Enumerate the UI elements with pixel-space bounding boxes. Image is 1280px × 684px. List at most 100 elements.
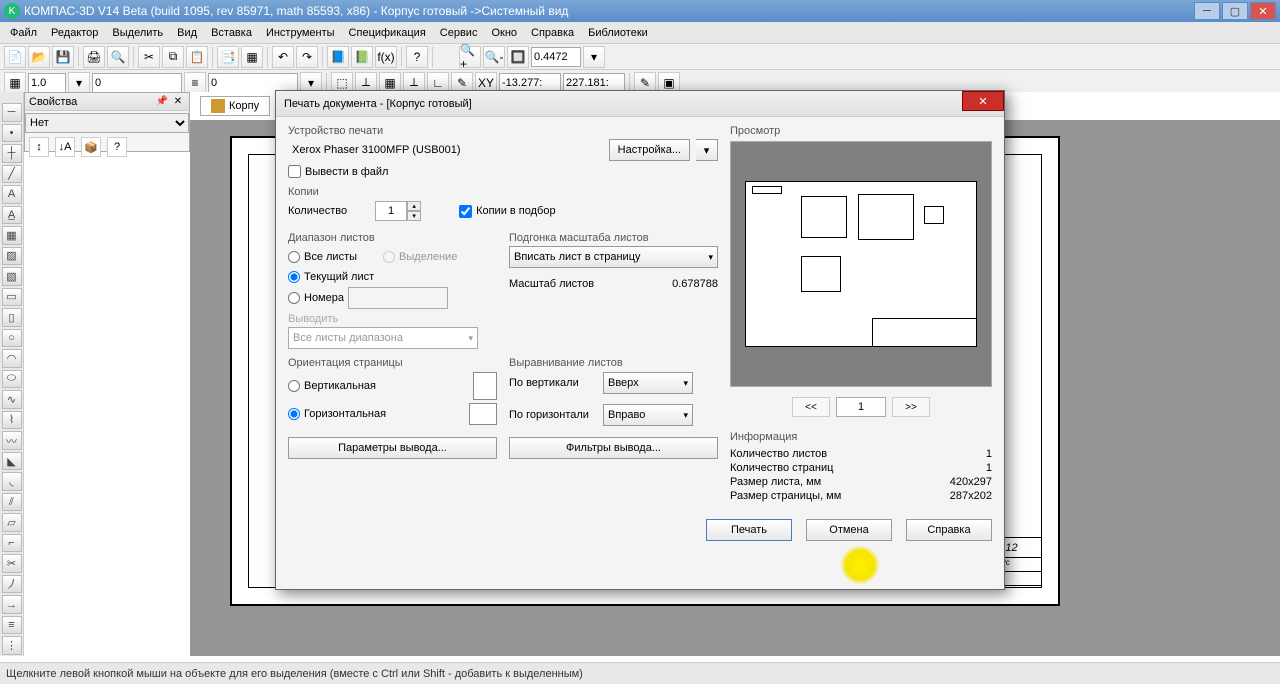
help-icon[interactable]: ? [406, 46, 428, 68]
equid-icon[interactable]: ≡ [2, 616, 22, 635]
orient-v-radio[interactable] [288, 380, 300, 392]
range-numbers-input[interactable] [348, 287, 448, 309]
text2-icon[interactable]: A̲ [2, 206, 22, 225]
trim-icon[interactable]: ✂ [2, 554, 22, 573]
menu-edit[interactable]: Редактор [45, 25, 104, 41]
dialog-close-button[interactable]: ✕ [962, 91, 1004, 111]
menu-help[interactable]: Справка [525, 25, 580, 41]
extend-icon[interactable]: → [2, 595, 22, 614]
lib1-icon[interactable]: 📘 [327, 46, 349, 68]
bezier-icon[interactable]: 〰 [2, 431, 22, 450]
cut-icon[interactable]: ✂ [138, 46, 160, 68]
fit-combo[interactable]: Вписать лист в страницу [509, 246, 718, 268]
menu-spec[interactable]: Спецификация [343, 25, 432, 41]
text-icon[interactable]: A [2, 185, 22, 204]
more-icon[interactable]: ⋮ [2, 636, 22, 655]
save-icon[interactable]: 💾 [52, 46, 74, 68]
minimize-button[interactable]: ─ [1194, 2, 1220, 20]
menu-view[interactable]: Вид [171, 25, 203, 41]
align-h-combo[interactable]: Вправо [603, 404, 693, 426]
copy-icon[interactable]: ⧉ [162, 46, 184, 68]
hatch-icon[interactable]: ▨ [2, 247, 22, 266]
output-combo[interactable]: Все листы диапазона [288, 327, 478, 349]
cancel-button[interactable]: Отмена [806, 519, 892, 541]
open-icon[interactable]: 📂 [28, 46, 50, 68]
zoomin-icon[interactable]: 🔍+ [459, 46, 481, 68]
range-numbers-radio[interactable] [288, 292, 300, 304]
undo-icon[interactable]: ↶ [272, 46, 294, 68]
page-prev-button[interactable]: << [792, 397, 830, 417]
close-button[interactable]: ✕ [1250, 2, 1276, 20]
mirror-icon[interactable]: ▱ [2, 513, 22, 532]
range-current-radio[interactable] [288, 271, 300, 283]
axis-icon[interactable]: ┼ [2, 144, 22, 163]
range-all-radio[interactable] [288, 251, 300, 263]
zoomfit-icon[interactable]: ▾ [583, 46, 605, 68]
variables-icon[interactable]: ▦ [241, 46, 263, 68]
menu-insert[interactable]: Вставка [205, 25, 258, 41]
output-filters-button[interactable]: Фильтры вывода... [509, 437, 718, 459]
layerval-input[interactable] [92, 73, 182, 93]
prop-close-icon[interactable]: ✕ [171, 95, 185, 109]
zoomout-icon[interactable]: 🔍- [483, 46, 505, 68]
point-icon[interactable]: • [2, 124, 22, 143]
offset-icon[interactable]: ⫽ [2, 493, 22, 512]
rect2-icon[interactable]: ▯ [2, 308, 22, 327]
curve-icon[interactable]: ⌇ [2, 411, 22, 430]
spline-icon[interactable]: ∿ [2, 390, 22, 409]
menu-file[interactable]: Файл [4, 25, 43, 41]
menu-libs[interactable]: Библиотеки [582, 25, 654, 41]
menu-select[interactable]: Выделить [106, 25, 169, 41]
prop-combo[interactable]: Нет [25, 113, 189, 133]
print-button[interactable]: Печать [706, 519, 792, 541]
circle-icon[interactable]: ○ [2, 329, 22, 348]
configure-button[interactable]: Настройка... [609, 139, 690, 161]
corner-icon[interactable]: ⌐ [2, 534, 22, 553]
align-v-combo[interactable]: Вверх [603, 372, 693, 394]
orient-h-radio[interactable] [288, 408, 300, 420]
fill-icon[interactable]: ▧ [2, 267, 22, 286]
paste-icon[interactable]: 📋 [186, 46, 208, 68]
arc-icon[interactable]: ◠ [2, 349, 22, 368]
output-to-file-checkbox[interactable] [288, 165, 301, 178]
maximize-button[interactable]: ▢ [1222, 2, 1248, 20]
chamfer-icon[interactable]: ◣ [2, 452, 22, 471]
dlg-help-button[interactable]: Справка [906, 519, 992, 541]
fillet-icon[interactable]: ◟ [2, 472, 22, 491]
page-number[interactable]: 1 [836, 397, 886, 417]
lib2-icon[interactable]: 📗 [351, 46, 373, 68]
page-next-button[interactable]: >> [892, 397, 930, 417]
zoomsel-icon[interactable]: 🔲 [507, 46, 529, 68]
print-icon[interactable]: 🖨 [83, 46, 105, 68]
table-icon[interactable]: ▦ [2, 226, 22, 245]
rect-icon[interactable]: ▭ [2, 288, 22, 307]
properties-icon[interactable]: 📑 [217, 46, 239, 68]
ellipse-icon[interactable]: ⬭ [2, 370, 22, 389]
pin-icon[interactable]: 📌 [155, 95, 169, 109]
collate-checkbox[interactable] [459, 205, 472, 218]
qty-down[interactable]: ▾ [407, 211, 421, 221]
break-icon[interactable]: ⵰ [2, 575, 22, 594]
drop1-icon[interactable]: ▾ [68, 72, 90, 94]
quantity-input[interactable] [375, 201, 407, 221]
layer1-icon[interactable]: ▦ [4, 72, 26, 94]
aux-icon[interactable]: ╱ [2, 165, 22, 184]
zoom-input[interactable] [531, 47, 581, 67]
redo-icon[interactable]: ↷ [296, 46, 318, 68]
preview-icon[interactable]: 🔍 [107, 46, 129, 68]
menu-window[interactable]: Окно [485, 25, 523, 41]
configure-dropdown[interactable]: ▾ [696, 139, 718, 161]
prop-ico-1[interactable]: ↕ [29, 137, 49, 157]
output-params-button[interactable]: Параметры вывода... [288, 437, 497, 459]
layermgr-icon[interactable]: ≡ [184, 72, 206, 94]
prop-ico-4[interactable]: ? [107, 137, 127, 157]
prop-ico-2[interactable]: ↓A [55, 137, 75, 157]
line-icon[interactable]: ─ [2, 103, 22, 122]
scale-input[interactable] [28, 73, 66, 93]
prop-ico-3[interactable]: 📦 [81, 137, 101, 157]
menu-service[interactable]: Сервис [434, 25, 484, 41]
fx-icon[interactable]: f(x) [375, 46, 397, 68]
menu-tools[interactable]: Инструменты [260, 25, 341, 41]
doc-tab[interactable]: Корпу [200, 96, 270, 116]
qty-up[interactable]: ▴ [407, 201, 421, 211]
